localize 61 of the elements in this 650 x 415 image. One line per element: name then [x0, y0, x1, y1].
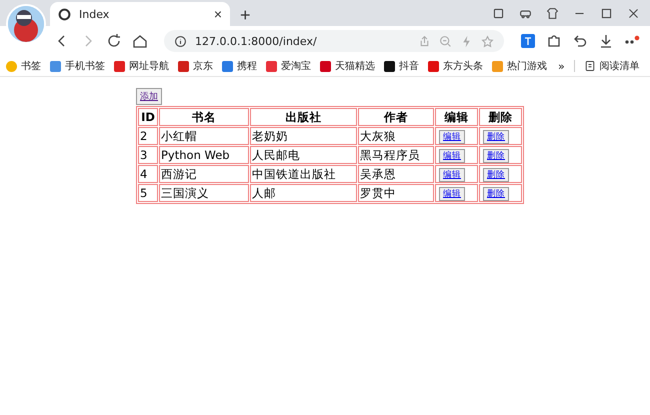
download-icon[interactable] [598, 33, 614, 49]
bookmark[interactable]: 网址导航 [114, 59, 169, 73]
table-cell: 三国演义 [159, 184, 249, 202]
column-header: 编辑 [435, 108, 478, 126]
bookmark[interactable]: 热门游戏 [492, 59, 547, 73]
table-cell: 西游记 [159, 165, 249, 183]
bookmark[interactable]: 京东 [178, 59, 213, 73]
table-cell: 5 [138, 184, 158, 202]
column-header: 作者 [358, 108, 434, 126]
address-bar[interactable]: 127.0.0.1:8000/index/ [164, 30, 504, 52]
table-cell: 黑马程序员 [358, 146, 434, 164]
column-header: ID [138, 108, 158, 126]
table-cell: Python Web [159, 146, 249, 164]
home-icon[interactable] [132, 33, 148, 49]
column-header: 书名 [159, 108, 249, 126]
table-cell: 小红帽 [159, 127, 249, 145]
bookmark[interactable]: 天猫精选 [320, 59, 375, 73]
delete-button[interactable]: 删除 [483, 130, 509, 144]
table-cell: 4 [138, 165, 158, 183]
reading-list-icon[interactable] [584, 60, 596, 72]
add-button[interactable]: 添加 [136, 88, 162, 105]
star-icon[interactable] [481, 34, 494, 48]
table-cell: 人民邮电 [250, 146, 357, 164]
shirt-icon[interactable] [546, 6, 559, 20]
reload-icon[interactable] [106, 33, 122, 49]
bookmark[interactable]: 携程 [222, 59, 257, 73]
browser-logo-icon[interactable] [58, 8, 71, 20]
table-cell: 罗贯中 [358, 184, 434, 202]
edit-button[interactable]: 编辑 [439, 130, 465, 144]
table-cell: 大灰狼 [358, 127, 434, 145]
info-icon[interactable] [174, 34, 187, 48]
table-cell: 2 [138, 127, 158, 145]
url-text: 127.0.0.1:8000/index/ [195, 34, 318, 48]
table-cell: 老奶奶 [250, 127, 357, 145]
delete-button[interactable]: 删除 [483, 187, 509, 201]
column-header: 出版社 [250, 108, 357, 126]
close-icon[interactable] [627, 6, 640, 20]
browser-tab[interactable]: Index × [50, 2, 230, 26]
delete-button[interactable]: 删除 [483, 149, 509, 163]
delete-button[interactable]: 删除 [483, 168, 509, 182]
reading-list-button[interactable]: 阅读清单 [584, 59, 640, 73]
more-bookmarks-button[interactable]: » [558, 60, 565, 72]
table-cell: 3 [138, 146, 158, 164]
edit-button[interactable]: 编辑 [439, 187, 465, 201]
undo-icon[interactable] [572, 33, 588, 49]
edit-button[interactable]: 编辑 [439, 149, 465, 163]
table-cell: 吴承恩 [358, 165, 434, 183]
table-cell: 人邮 [250, 184, 357, 202]
translate-icon[interactable] [520, 33, 536, 49]
new-tab-button[interactable]: + [236, 4, 255, 26]
bookmark[interactable]: 抖音 [384, 59, 419, 73]
tab-square-icon[interactable] [492, 6, 505, 20]
bookmark[interactable]: 东方头条 [428, 59, 483, 73]
bookmark[interactable]: 书签 [6, 59, 41, 73]
bookmark[interactable]: 爱淘宝 [266, 59, 311, 73]
edit-button[interactable]: 编辑 [439, 168, 465, 182]
close-tab-button[interactable]: × [214, 6, 222, 22]
maximize-icon[interactable] [600, 6, 613, 20]
column-header: 删除 [479, 108, 522, 126]
table-cell: 中国铁道出版社 [250, 165, 357, 183]
bookmark[interactable]: 手机书签 [50, 59, 105, 73]
